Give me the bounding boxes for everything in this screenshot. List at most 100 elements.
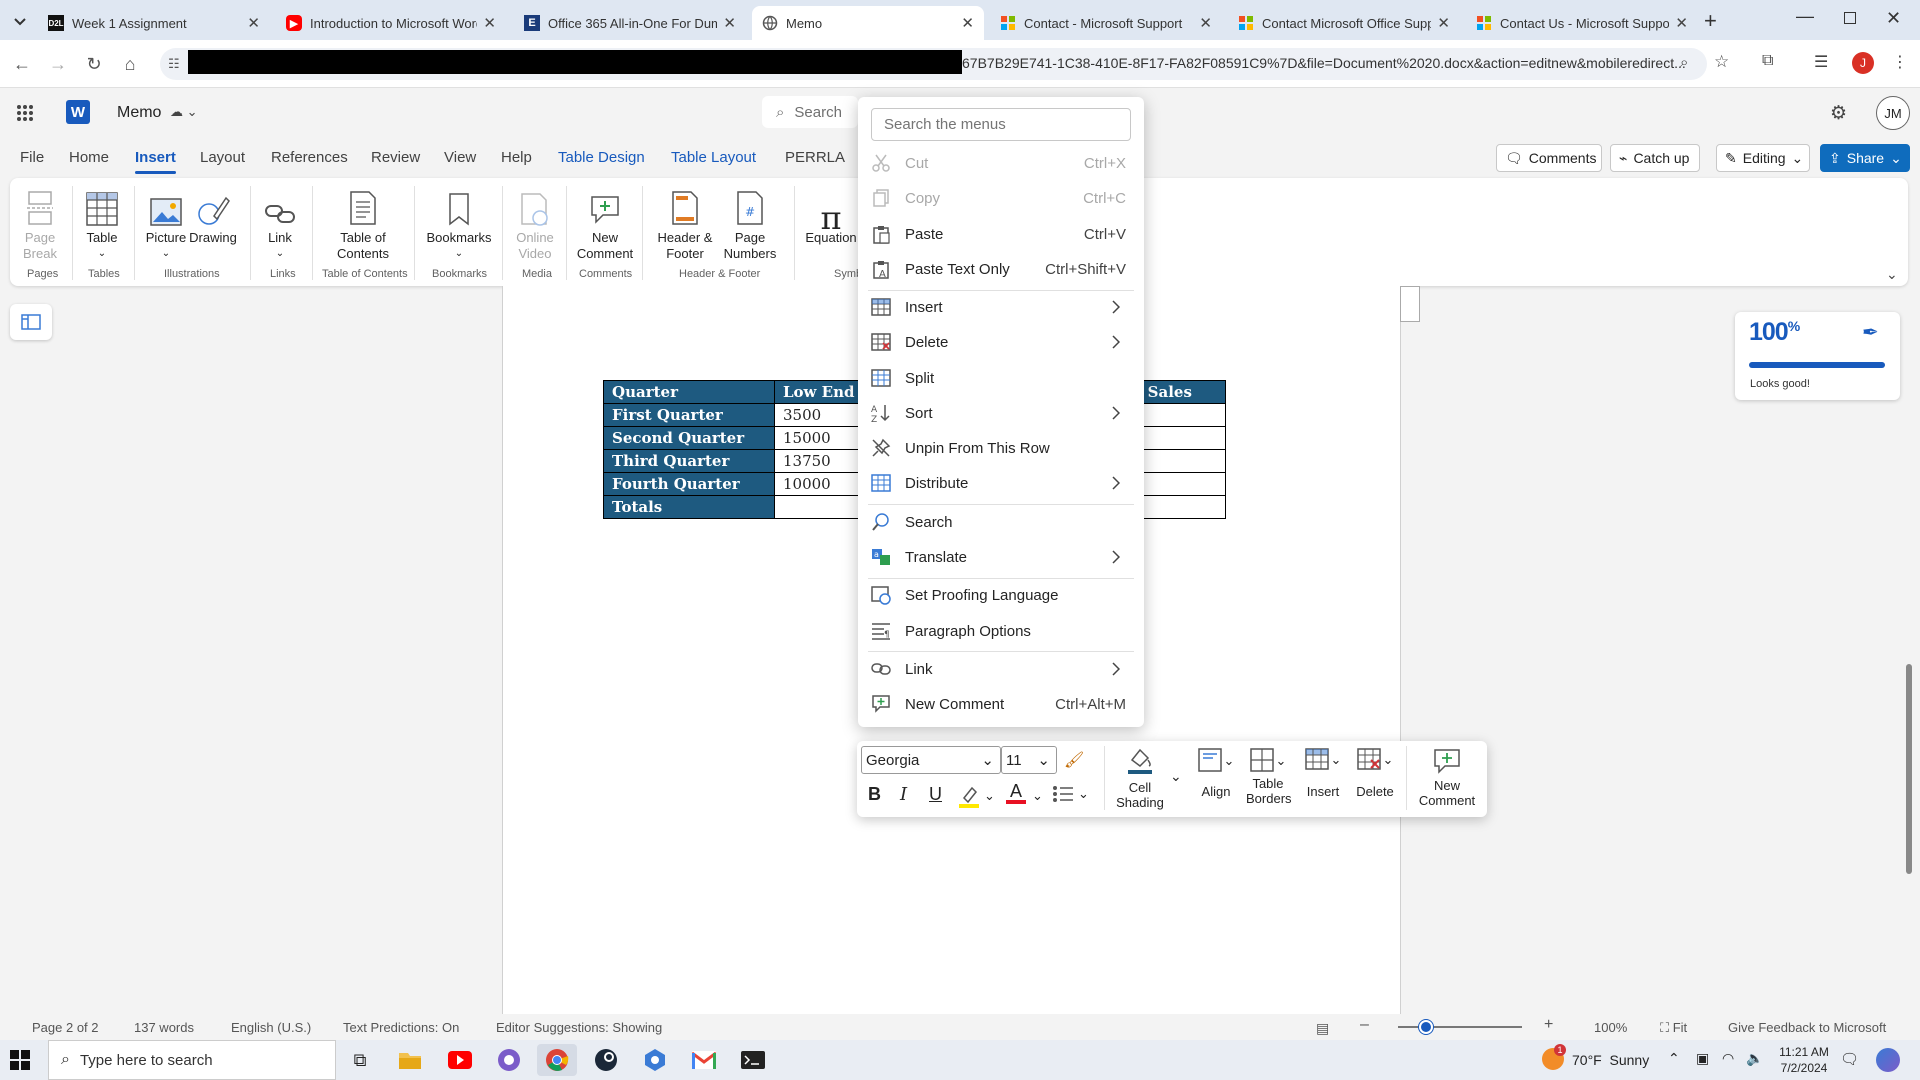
menu-item-cut[interactable]: Cut Ctrl+X [858, 146, 1144, 180]
menu-search-input[interactable] [871, 108, 1131, 141]
page-numbers-button[interactable]: # Page Numbers [718, 186, 782, 262]
tab-layout[interactable]: Layout [200, 149, 245, 166]
menu-item-paste[interactable]: Paste Ctrl+V [858, 217, 1144, 251]
settings-gear-icon[interactable]: ⚙ [1830, 102, 1847, 125]
menu-item-link[interactable]: Link [858, 652, 1144, 686]
table-button[interactable]: Table ⌄ [82, 186, 122, 262]
tray-chevron-up-icon[interactable]: ⌃ [1668, 1050, 1680, 1067]
word-search-box[interactable]: ⌕ Search [762, 96, 858, 128]
page-break-button[interactable]: Page Break [18, 186, 62, 262]
font-name-select[interactable]: Georgia ⌄ [861, 746, 1001, 774]
close-icon[interactable]: ✕ [1675, 14, 1688, 32]
tab-table-layout[interactable]: Table Layout [671, 149, 756, 166]
app2-taskbar-icon[interactable] [635, 1044, 675, 1076]
tab-table-design[interactable]: Table Design [558, 149, 645, 166]
cell-shading-chevron-icon[interactable]: ⌄ [1170, 768, 1182, 785]
tab-references[interactable]: References [271, 149, 348, 166]
bold-button[interactable]: B [868, 784, 881, 805]
font-color-button[interactable]: A ⌄ [1006, 782, 1046, 804]
menu-item-unpin-row[interactable]: Unpin From This Row [858, 431, 1144, 465]
table-cell[interactable]: Fourth Quarter [603, 472, 775, 496]
close-icon[interactable]: ✕ [1437, 14, 1450, 32]
insert-table-button[interactable]: ⌄ Insert [1298, 748, 1348, 799]
browser-tab[interactable]: E Office 365 All-in-One For Dum ✕ [514, 6, 746, 40]
table-cell[interactable]: Totals [603, 495, 775, 519]
close-icon[interactable]: ✕ [1199, 14, 1212, 32]
copilot-icon[interactable] [1876, 1048, 1900, 1072]
close-icon[interactable]: ✕ [961, 14, 974, 32]
text-predictions-status[interactable]: Text Predictions: On [343, 1020, 459, 1035]
menu-item-split[interactable]: Split [858, 361, 1144, 395]
fit-button[interactable]: ⛶ Fit [1660, 1020, 1687, 1036]
menu-item-paste-text-only[interactable]: A Paste Text Only Ctrl+Shift+V [858, 252, 1144, 286]
gmail-taskbar-icon[interactable] [684, 1044, 724, 1076]
tab-file[interactable]: File [20, 149, 44, 166]
zoom-level[interactable]: 100% [1594, 1020, 1627, 1035]
zoom-slider[interactable] [1398, 1026, 1522, 1028]
browser-tab-active[interactable]: Memo ✕ [752, 6, 984, 40]
task-view-icon[interactable]: ⧉ [340, 1044, 380, 1076]
browser-tab[interactable]: Contact - Microsoft Support ✕ [990, 6, 1222, 40]
table-borders-button[interactable]: ⌄ Table Borders [1240, 748, 1296, 806]
app-launcher-icon[interactable] [16, 104, 34, 122]
menu-item-set-proofing-language[interactable]: Set Proofing Language [858, 578, 1144, 612]
language-status[interactable]: English (U.S.) [231, 1020, 311, 1035]
tab-review[interactable]: Review [371, 149, 420, 166]
comments-button[interactable]: 🗨 Comments [1496, 144, 1602, 172]
notifications-icon[interactable]: 🗨 [1840, 1050, 1859, 1068]
tab-view[interactable]: View [444, 149, 476, 166]
tab-search-dropdown[interactable] [10, 12, 30, 32]
browser-menu-icon[interactable]: ⋮ [1892, 52, 1908, 72]
tab-home[interactable]: Home [69, 149, 109, 166]
vertical-scrollbar-thumb[interactable] [1906, 664, 1912, 874]
chrome-taskbar-icon[interactable] [537, 1044, 577, 1076]
table-cell[interactable]: First Quarter [603, 403, 775, 427]
youtube-taskbar-icon[interactable] [440, 1044, 480, 1076]
menu-item-translate[interactable]: a Translate [858, 540, 1144, 574]
zoom-in-icon[interactable]: + [1544, 1016, 1553, 1034]
menu-item-copy[interactable]: Copy Ctrl+C [858, 181, 1144, 215]
wifi-icon[interactable]: ◠ [1722, 1050, 1734, 1067]
minimize-icon[interactable]: — [1796, 6, 1814, 27]
highlight-color-button[interactable]: ⌄ [958, 784, 996, 808]
header-footer-button[interactable]: Header & Footer [652, 186, 718, 262]
app-taskbar-icon[interactable] [489, 1044, 529, 1076]
windows-start-icon[interactable] [10, 1050, 30, 1070]
new-tab-plus-icon[interactable]: + [1704, 8, 1717, 34]
italic-button[interactable]: I [900, 784, 907, 805]
editor-suggestions-status[interactable]: Editor Suggestions: Showing [496, 1020, 662, 1035]
close-icon[interactable]: ✕ [723, 14, 736, 32]
forward-icon[interactable]: → [44, 50, 72, 78]
zoom-out-icon[interactable]: – [1360, 1016, 1369, 1034]
meet-now-icon[interactable]: ▣ [1696, 1050, 1709, 1067]
bookmark-star-icon[interactable]: ☆ [1714, 52, 1729, 72]
cell-shading-button[interactable]: Cell Shading [1108, 746, 1172, 810]
zoom-slider-thumb[interactable] [1419, 1020, 1433, 1034]
table-cell[interactable]: Second Quarter [603, 426, 775, 450]
menu-item-paragraph-options[interactable]: ¶ Paragraph Options [858, 614, 1144, 648]
restore-icon[interactable] [1844, 12, 1856, 24]
word-count[interactable]: 137 words [134, 1020, 194, 1035]
editing-mode-button[interactable]: ✎ Editing ⌄ [1716, 144, 1810, 172]
align-button[interactable]: ⌄ Align [1190, 748, 1242, 799]
close-icon[interactable]: ✕ [247, 14, 260, 32]
menu-item-delete[interactable]: Delete [858, 325, 1144, 359]
site-info-icon[interactable]: ☷ [168, 56, 180, 72]
print-layout-icon[interactable]: ▤ [1316, 1020, 1329, 1037]
browser-tab[interactable]: Contact Microsoft Office Suppo ✕ [1228, 6, 1460, 40]
browser-tab[interactable]: ▶ Introduction to Microsoft Word ✕ [276, 6, 506, 40]
bookmarks-button[interactable]: Bookmarks ⌄ [422, 186, 496, 262]
table-of-contents-button[interactable]: Table of Contents [320, 186, 406, 262]
menu-item-insert[interactable]: Insert [858, 290, 1144, 324]
equation-button[interactable]: π Equation [802, 186, 860, 246]
steam-taskbar-icon[interactable] [586, 1044, 626, 1076]
menu-item-search[interactable]: Search [858, 505, 1144, 539]
media-icon[interactable]: ☰ [1814, 52, 1828, 72]
navigation-pane-button[interactable] [10, 304, 52, 340]
back-icon[interactable]: ← [8, 50, 36, 78]
page-count[interactable]: Page 2 of 2 [32, 1020, 99, 1035]
close-icon[interactable]: ✕ [483, 14, 496, 32]
user-avatar[interactable]: JM [1876, 96, 1910, 130]
autosave-icon[interactable]: ☁ ⌄ [170, 104, 198, 120]
menu-item-new-comment[interactable]: New Comment Ctrl+Alt+M [858, 687, 1144, 721]
